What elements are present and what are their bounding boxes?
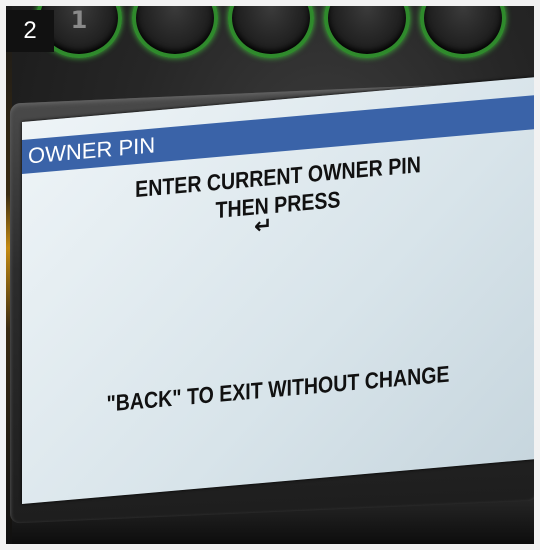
- soft-key-2[interactable]: [132, 0, 218, 58]
- step-number-badge: 2: [6, 10, 54, 52]
- enter-key-icon: ↵: [254, 213, 273, 240]
- soft-key-row: 1: [0, 0, 540, 60]
- lcd-screen: OWNER PIN ENTER CURRENT OWNER PIN THEN P…: [22, 77, 534, 504]
- soft-key-5[interactable]: [420, 0, 506, 58]
- back-instruction: "BACK" TO EXIT WITHOUT CHANGE: [106, 360, 450, 417]
- soft-key-3[interactable]: [228, 0, 314, 58]
- soft-key-4[interactable]: [324, 0, 410, 58]
